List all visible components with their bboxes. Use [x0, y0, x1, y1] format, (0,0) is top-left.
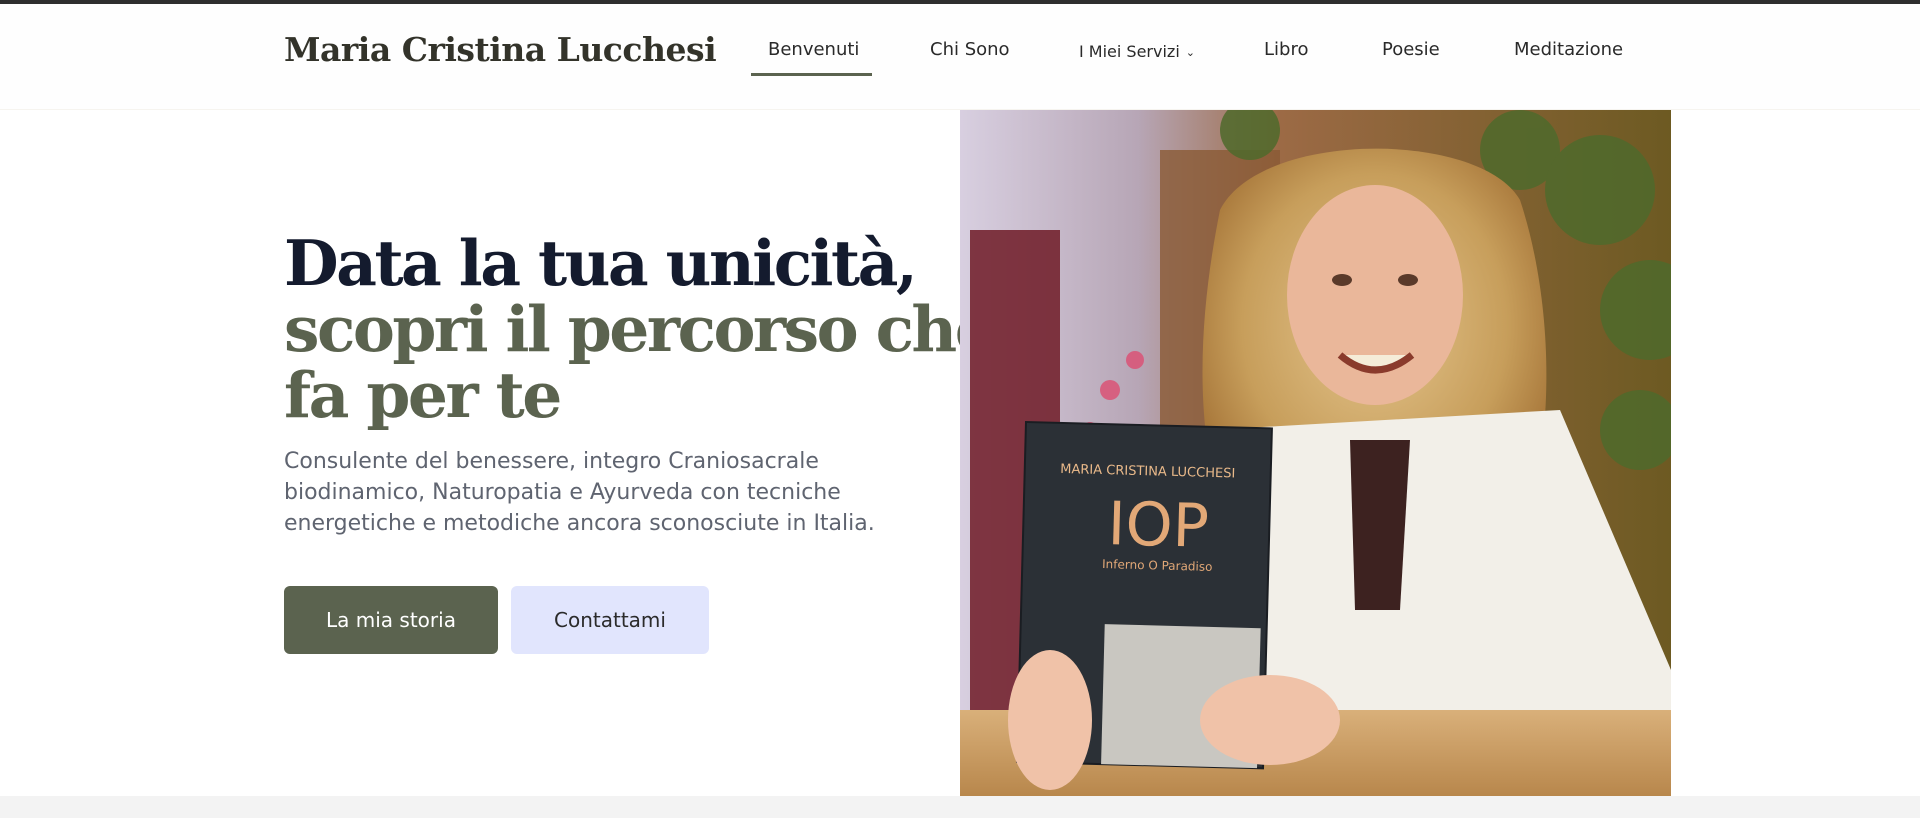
my-story-button[interactable]: La mia storia	[284, 586, 498, 654]
hero-subtitle: Consulente del benessere, integro Cranio…	[284, 449, 875, 536]
hero-photo: MARIA CRISTINA LUCCHESI IOP Inferno O Pa…	[960, 110, 1671, 796]
headline-line-1: Data la tua unicità,	[284, 226, 918, 300]
nav-active-indicator	[751, 73, 872, 76]
nav-item-benvenuti[interactable]: Benvenuti	[768, 39, 859, 60]
main-navigation: Benvenuti Chi Sono I Miei Servizi ⌄ Libro…	[0, 4, 1920, 110]
site-header: Maria Cristina Lucchesi Benvenuti Chi So…	[0, 4, 1920, 110]
chevron-down-icon: ⌄	[1185, 46, 1195, 59]
nav-item-servizi-label: I Miei Servizi	[1079, 42, 1180, 61]
hero-headline: Data la tua unicità, scopri il percorso …	[284, 226, 995, 432]
contact-button[interactable]: Contattami	[511, 586, 709, 654]
headline-line-2: scopri il percorso che	[284, 292, 995, 366]
book-title-text: IOP	[1107, 489, 1210, 562]
next-section-edge	[0, 796, 1920, 818]
hero-photo-illustration: MARIA CRISTINA LUCCHESI IOP Inferno O Pa…	[960, 110, 1671, 796]
nav-item-servizi[interactable]: I Miei Servizi ⌄	[1079, 42, 1195, 61]
headline-line-3: fa per te	[284, 358, 562, 432]
nav-item-chi-sono[interactable]: Chi Sono	[930, 39, 1010, 60]
nav-item-meditazione[interactable]: Meditazione	[1514, 39, 1623, 60]
nav-item-poesie[interactable]: Poesie	[1382, 39, 1440, 60]
nav-item-libro[interactable]: Libro	[1264, 39, 1308, 60]
hero-text-block: Data la tua unicità, scopri il percorso …	[284, 226, 995, 539]
book-subtitle-text: Inferno O Paradiso	[1102, 557, 1213, 574]
